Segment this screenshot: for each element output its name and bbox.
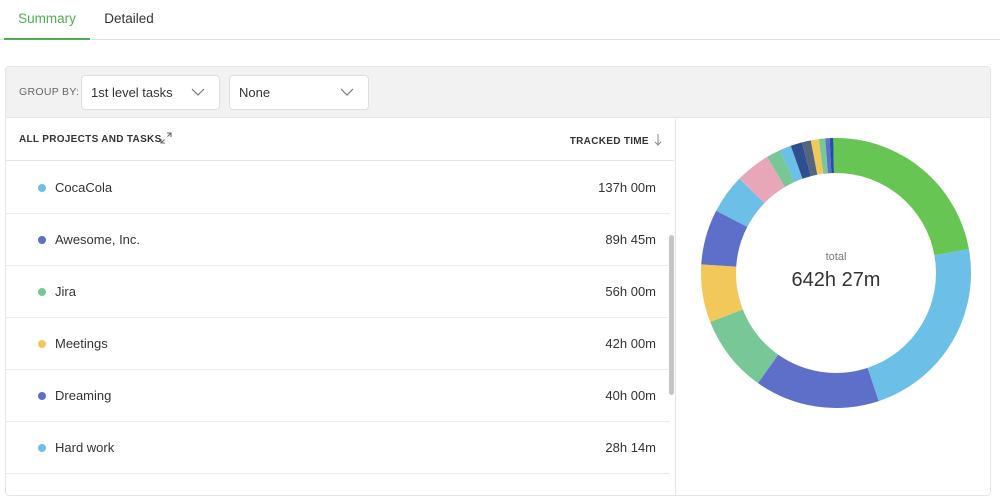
project-name: Jira <box>55 284 76 299</box>
group-by-label: GROUP BY: <box>19 86 80 98</box>
table-header: ALL PROJECTS AND TASKS TRACKED TIME <box>6 119 674 161</box>
donut-slice[interactable] <box>757 354 879 408</box>
second-group-value: None <box>239 85 271 100</box>
table-row[interactable]: Jira 56h 00m <box>6 266 670 318</box>
tab-summary[interactable]: Summary <box>4 0 90 40</box>
project-time: 56h 00m <box>605 284 656 299</box>
table-row[interactable]: Awesome, Inc. 89h 45m <box>6 214 670 266</box>
report-panel: GROUP BY: 1st level tasks None ALL PROJE… <box>5 66 991 496</box>
tab-detailed[interactable]: Detailed <box>90 0 168 40</box>
project-time: 28h 14m <box>605 440 656 455</box>
project-color-dot <box>38 340 46 348</box>
project-color-dot <box>38 184 46 192</box>
project-name: Meetings <box>55 336 108 351</box>
project-name: CocaCola <box>55 180 113 195</box>
group-by-value: 1st level tasks <box>91 85 173 100</box>
expand-icon[interactable] <box>158 130 174 146</box>
tracked-time-label: TRACKED TIME <box>569 136 649 147</box>
table-row[interactable]: Hard work 28h 14m <box>6 422 670 474</box>
table-scrollbar[interactable] <box>669 235 674 395</box>
group-by-select[interactable]: 1st level tasks <box>81 75 220 110</box>
total-label: total <box>825 251 847 263</box>
tab-bar: Summary Detailed <box>0 0 1000 40</box>
table-row[interactable]: Dreaming 40h 00m <box>6 370 670 422</box>
project-time: 137h 00m <box>598 180 656 195</box>
second-group-select[interactable]: None <box>229 75 369 110</box>
project-color-dot <box>38 288 46 296</box>
table-row[interactable]: CocaCola 137h 00m <box>6 162 670 214</box>
project-color-dot <box>38 236 46 244</box>
chevron-down-icon <box>340 88 354 96</box>
sort-arrow-down-icon <box>654 134 662 146</box>
project-time: 42h 00m <box>605 336 656 351</box>
filter-bar: GROUP BY: 1st level tasks None <box>6 67 990 118</box>
total-value: 642h 27m <box>791 269 881 291</box>
donut-slice[interactable] <box>836 138 969 256</box>
project-name: Hard work <box>55 440 115 455</box>
table-row[interactable]: Meetings 42h 00m <box>6 318 670 370</box>
project-name: Awesome, Inc. <box>55 232 141 247</box>
project-time: 40h 00m <box>605 388 656 403</box>
chart-area: total 642h 27m <box>675 119 990 495</box>
column-header-tracked-time[interactable]: TRACKED TIME <box>570 134 662 147</box>
project-name: Dreaming <box>55 388 112 403</box>
project-color-dot <box>38 444 46 452</box>
project-time: 89h 45m <box>605 232 656 247</box>
donut-chart <box>701 138 971 408</box>
project-color-dot <box>38 392 46 400</box>
projects-table: ALL PROJECTS AND TASKS TRACKED TIME Coca… <box>6 119 674 495</box>
chevron-down-icon <box>191 88 205 96</box>
column-header-projects: ALL PROJECTS AND TASKS <box>19 134 162 145</box>
